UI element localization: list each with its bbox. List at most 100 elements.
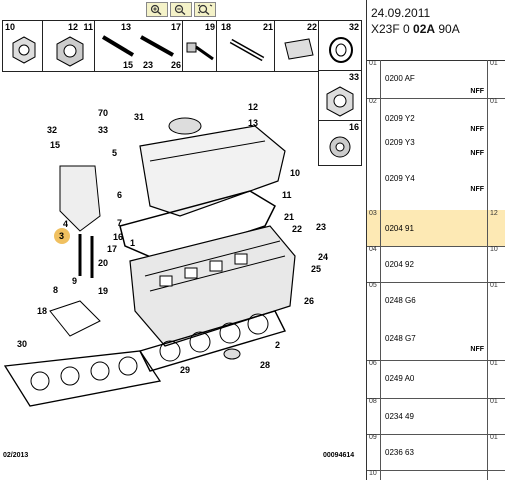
part-row[interactable]: 10 xyxy=(367,470,505,480)
callout[interactable]: 2 xyxy=(275,340,280,350)
code-suffix: 90A xyxy=(435,22,460,36)
zoom-fit-icon[interactable] xyxy=(194,2,216,17)
part-quantity: 12 xyxy=(487,210,498,246)
part-reference: 0200 AF xyxy=(385,74,415,83)
part-thumb-washer[interactable]: 32 xyxy=(318,20,362,72)
part-row[interactable]: 08 0234 49 01 xyxy=(367,398,505,435)
part-number: 10 xyxy=(5,22,16,32)
part-quantity: 01 xyxy=(487,282,498,360)
part-quantity: 01 xyxy=(487,398,498,434)
part-row-group[interactable]: 02 0209 Y2 NFF 0209 Y3 NFF 0209 Y4 NFF 0… xyxy=(367,98,505,211)
part-row[interactable]: 06 0249 A0 01 xyxy=(367,360,505,399)
part-tag: NFF xyxy=(470,346,484,353)
part-thumb-dowel[interactable]: 22 xyxy=(274,20,319,72)
row-index: 04 xyxy=(367,246,381,282)
callout[interactable]: 31 xyxy=(134,112,144,122)
callout[interactable]: 17 xyxy=(107,244,117,254)
code-prefix: X23F 0 xyxy=(371,22,414,36)
callout[interactable]: 25 xyxy=(311,264,321,274)
part-number: 26 xyxy=(170,60,181,70)
part-number: 19 xyxy=(204,22,215,32)
part-thumb-seal[interactable]: 16 xyxy=(318,120,362,166)
callout[interactable]: 18 xyxy=(37,306,47,316)
callout[interactable]: 13 xyxy=(248,118,258,128)
part-tag: NFF xyxy=(470,186,484,193)
part-quantity: 01 xyxy=(487,360,498,398)
callout[interactable]: 6 xyxy=(117,190,122,200)
part-number: 32 xyxy=(348,22,359,32)
callout[interactable]: 11 xyxy=(282,190,292,200)
callout[interactable]: 4 xyxy=(63,219,68,229)
row-index: 09 xyxy=(367,434,381,470)
part-number: 16 xyxy=(348,122,359,132)
callout[interactable]: 8 xyxy=(53,285,58,295)
callout[interactable]: 32 xyxy=(47,125,57,135)
part-reference: 0234 49 xyxy=(385,412,414,421)
callout[interactable]: 3 xyxy=(59,231,64,241)
part-thumb-bolt[interactable]: 19 xyxy=(182,20,217,72)
part-number: 33 xyxy=(348,72,359,82)
callout[interactable]: 24 xyxy=(318,252,328,262)
callout[interactable]: 26 xyxy=(304,296,314,306)
callout[interactable]: 23 xyxy=(316,222,326,232)
callout[interactable]: 15 xyxy=(50,140,60,150)
part-reference: 0209 Y3 xyxy=(385,138,415,147)
callout[interactable]: 19 xyxy=(98,286,108,296)
part-number: 13 xyxy=(121,22,132,32)
part-quantity: 01 xyxy=(487,98,498,210)
part-quantity: 01 xyxy=(487,434,498,470)
part-row[interactable]: 01 0200 AF NFF 01 xyxy=(367,60,505,99)
part-reference: 0204 92 xyxy=(385,260,414,269)
nut-icon xyxy=(326,86,354,117)
part-thumb-nut-flange[interactable]: 33 xyxy=(318,70,362,122)
callout[interactable]: 1 xyxy=(130,238,135,248)
part-thumb-studs[interactable]: 13 17 15 23 26 xyxy=(94,20,183,72)
callout[interactable]: 28 xyxy=(260,360,270,370)
part-number: 18 xyxy=(221,22,232,32)
callout[interactable]: 22 xyxy=(292,224,302,234)
part-tag: NFF xyxy=(470,126,484,133)
bolt-icon xyxy=(186,42,214,61)
callout[interactable]: 12 xyxy=(248,102,258,112)
callout[interactable]: 21 xyxy=(284,212,294,222)
part-number: 22 xyxy=(306,22,317,32)
vehicle-code: X23F 0 02A 90A xyxy=(367,20,505,36)
part-reference: 0248 G6 xyxy=(385,296,416,305)
seal-icon xyxy=(329,136,351,158)
callout[interactable]: 10 xyxy=(290,168,300,178)
part-number: 21 xyxy=(262,22,273,32)
callout[interactable]: 7 xyxy=(117,218,122,228)
zoom-out-icon[interactable] xyxy=(170,2,192,17)
callout[interactable]: 70 xyxy=(98,108,108,118)
row-index: 02 xyxy=(367,98,381,210)
part-number: 17 xyxy=(170,22,181,32)
part-quantity: 10 xyxy=(487,246,498,282)
callout[interactable]: 20 xyxy=(98,258,108,268)
callout[interactable]: 33 xyxy=(98,125,108,135)
zoom-toolbar xyxy=(146,2,216,17)
diagram-reference: 00094614 xyxy=(323,452,355,459)
callout[interactable]: 29 xyxy=(180,365,190,375)
part-row-group[interactable]: 05 0248 G6 0248 G7 NFF 01 xyxy=(367,282,505,361)
part-thumb-pin[interactable]: 18 21 xyxy=(216,20,275,72)
zoom-in-icon[interactable] xyxy=(146,2,168,17)
row-index: 08 xyxy=(367,398,381,434)
part-row[interactable]: 04 0204 92 10 xyxy=(367,246,505,283)
callout[interactable]: 9 xyxy=(72,276,77,286)
part-number: 12 xyxy=(67,22,78,32)
parts-list-panel: 24.09.2011 X23F 0 02A 90A 01 0200 AF NFF… xyxy=(366,0,505,480)
callout[interactable]: 30 xyxy=(17,339,27,349)
part-row-selected[interactable]: 03 0204 91 12 xyxy=(367,210,505,247)
part-tag: NFF xyxy=(470,88,484,95)
part-number: 11 xyxy=(83,22,93,32)
part-thumb-nut[interactable]: 10 xyxy=(2,20,43,72)
part-number: 23 xyxy=(143,60,154,70)
nut-icon xyxy=(56,36,84,67)
part-reference: 0236 63 xyxy=(385,448,414,457)
part-tag: NFF xyxy=(470,150,484,157)
callout[interactable]: 16 xyxy=(113,232,123,242)
part-row[interactable]: 09 0236 63 01 xyxy=(367,434,505,471)
part-number: 15 xyxy=(123,60,134,70)
part-thumb-nut-large[interactable]: 12 11 xyxy=(42,20,95,72)
callout[interactable]: 5 xyxy=(112,148,117,158)
